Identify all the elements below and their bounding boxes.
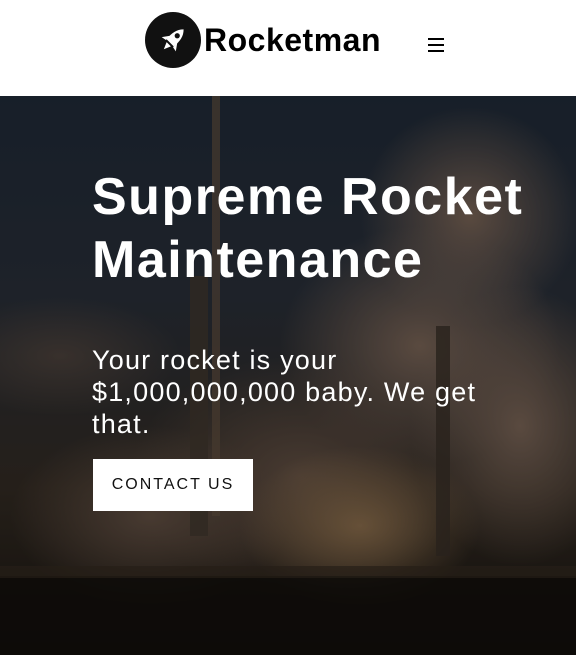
rocket-icon[interactable]: [145, 12, 201, 68]
brand-name[interactable]: Rocketman: [204, 20, 381, 60]
contact-us-button[interactable]: CONTACT US: [93, 459, 253, 511]
rocket-icon-glyph: [161, 29, 184, 52]
hero-section: Supreme Rocket Maintenance Your rocket i…: [0, 96, 576, 655]
hero-title: Supreme Rocket Maintenance: [92, 168, 524, 289]
hamburger-menu-icon[interactable]: [426, 34, 446, 56]
hero-subtitle: Your rocket is your $1,000,000,000 baby.…: [92, 345, 477, 439]
site-header: Rocketman: [0, 0, 576, 96]
